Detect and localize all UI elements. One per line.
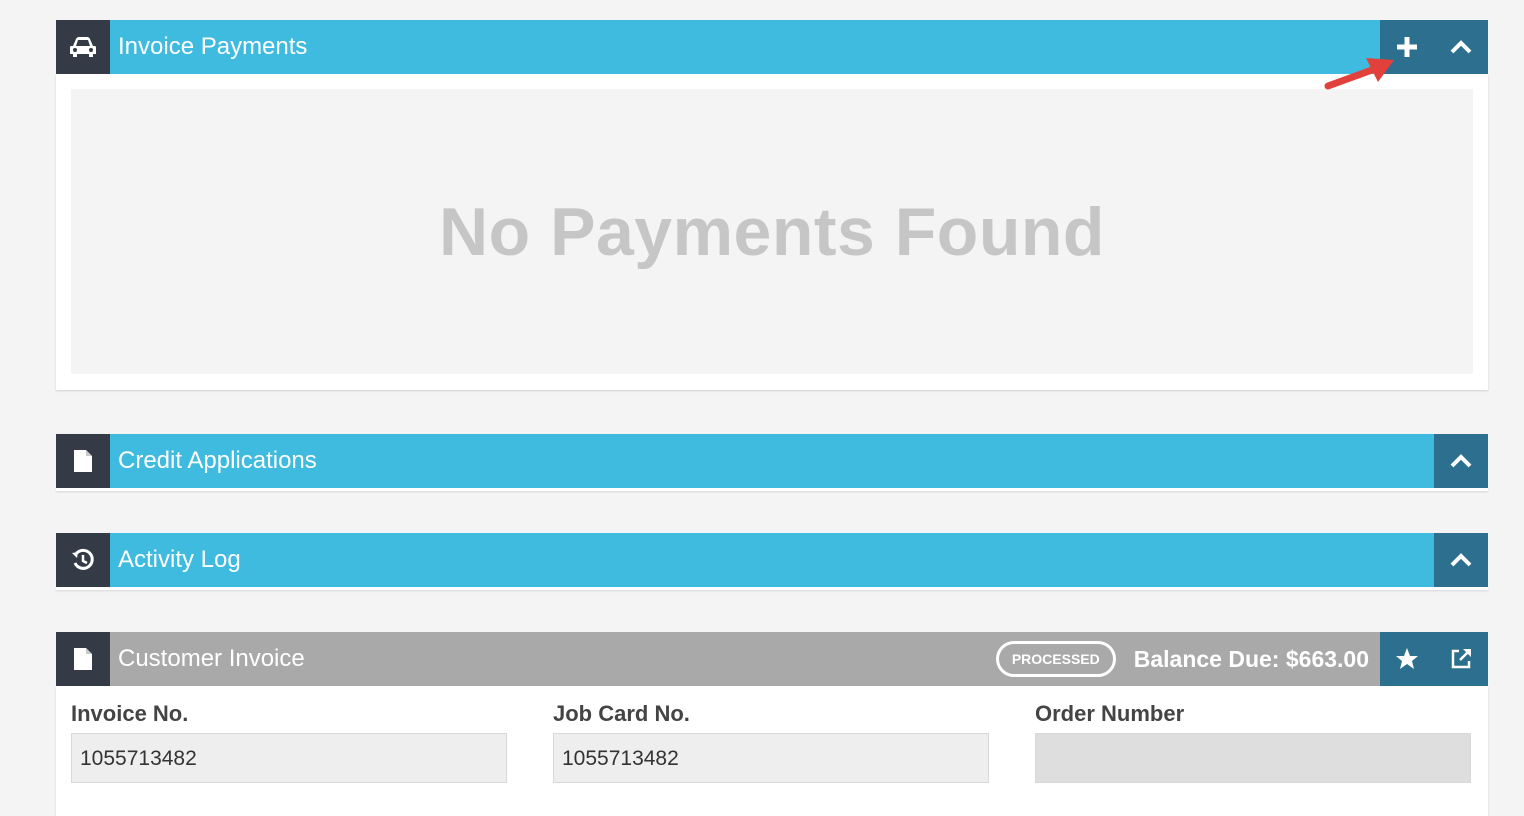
order-number-input[interactable] [1035,733,1471,783]
invoice-number-label: Invoice No. [71,701,189,726]
chevron-up-icon [1450,454,1472,468]
invoice-payments-header: Invoice Payments [56,20,1488,74]
activity-log-title: Activity Log [118,546,241,573]
invoice-number-input[interactable]: 1055713482 [71,733,507,783]
annotation-arrow-icon [1324,58,1394,90]
document-icon [56,632,110,686]
job-card-input[interactable]: 1055713482 [553,733,989,783]
job-card-field: Job Card No. 1055713482 [553,701,989,783]
customer-invoice-body: Invoice No. 1055713482 Job Card No. 1055… [56,686,1488,816]
open-external-button[interactable] [1434,632,1488,686]
star-icon [1396,648,1418,669]
history-icon [56,533,110,587]
chevron-up-icon [1450,553,1472,567]
collapse-payments-button[interactable] [1434,20,1488,74]
job-card-label: Job Card No. [553,701,690,726]
credit-applications-body [56,488,1488,491]
invoice-number-field: Invoice No. 1055713482 [71,701,507,783]
empty-payments-message: No Payments Found [439,193,1105,270]
invoice-payments-panel: Invoice Payments No Payments Found [56,20,1488,390]
favorite-button[interactable] [1380,632,1434,686]
empty-payments-box: No Payments Found [71,89,1473,374]
order-number-label: Order Number [1035,701,1185,726]
document-icon [56,434,110,488]
status-badge: PROCESSED [995,641,1116,677]
customer-invoice-panel: Customer Invoice PROCESSED Balance Due: … [56,632,1488,816]
collapse-credit-button[interactable] [1434,434,1488,488]
invoice-payments-title: Invoice Payments [118,33,308,60]
collapse-activity-button[interactable] [1434,533,1488,587]
activity-log-body [56,587,1488,590]
order-number-field: Order Number [1035,701,1471,783]
customer-invoice-header: Customer Invoice PROCESSED Balance Due: … [56,632,1488,686]
chevron-up-icon [1450,40,1472,54]
external-link-icon [1451,649,1471,669]
credit-applications-panel: Credit Applications [56,434,1488,491]
customer-invoice-title: Customer Invoice [118,645,305,672]
car-icon [56,20,110,74]
activity-log-header: Activity Log [56,533,1488,587]
credit-applications-header: Credit Applications [56,434,1488,488]
plus-icon [1397,37,1417,57]
balance-due: Balance Due: $663.00 [1133,645,1369,672]
credit-applications-title: Credit Applications [118,447,317,474]
activity-log-panel: Activity Log [56,533,1488,590]
invoice-payments-body: No Payments Found [56,74,1488,390]
